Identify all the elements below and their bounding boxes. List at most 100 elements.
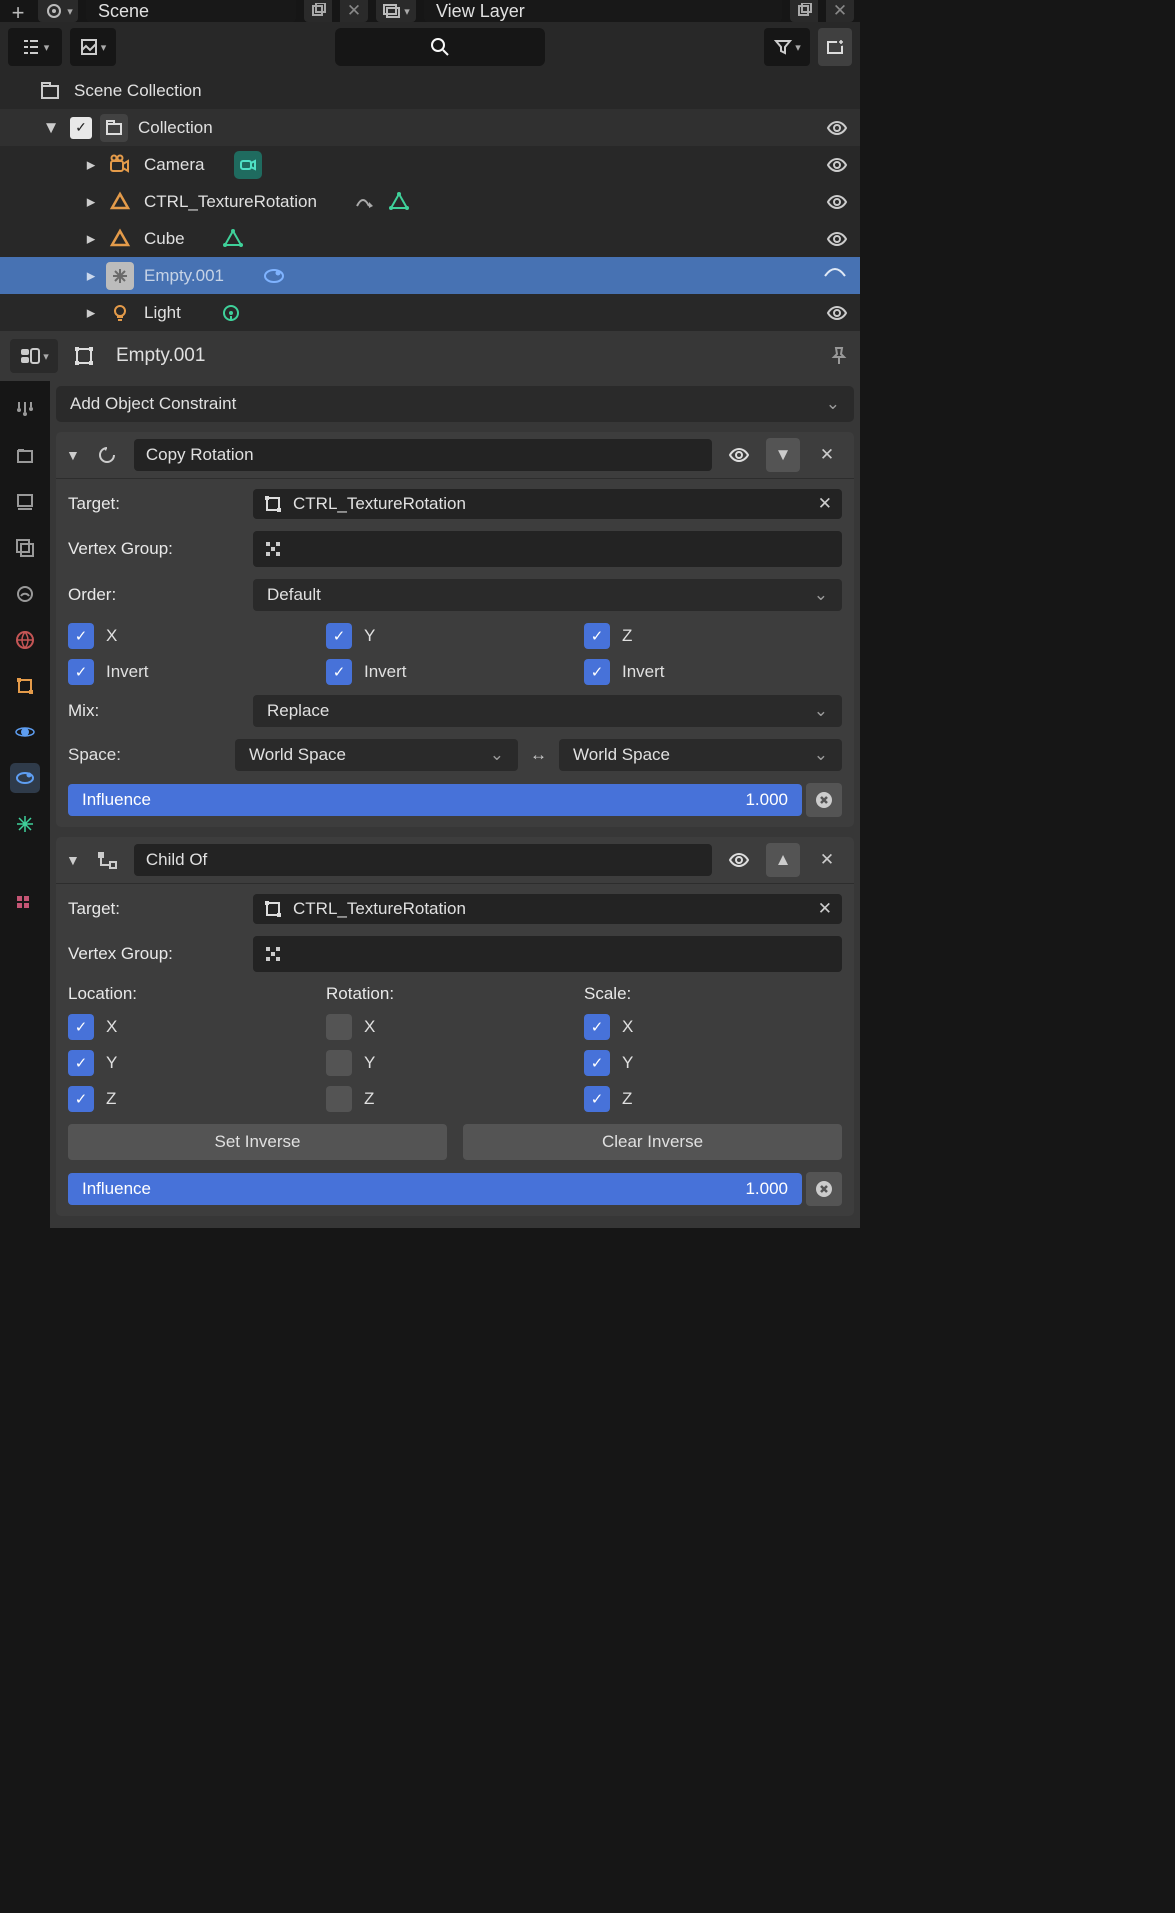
add-workspace-icon[interactable]: +	[6, 0, 30, 22]
mesh-data-icon	[385, 188, 413, 216]
add-constraint-dropdown[interactable]: Add Object Constraint ⌄	[56, 386, 854, 422]
influence-reset-button[interactable]	[806, 783, 842, 817]
axis-label: Y	[106, 1053, 117, 1073]
loc-y-checkbox[interactable]: ✓	[68, 1050, 94, 1076]
filter-button[interactable]: ▾	[764, 28, 810, 66]
panel-disclosure[interactable]: ▼	[66, 852, 80, 868]
disclosure-arrow[interactable]: ▸	[82, 229, 100, 249]
axis-z-checkbox[interactable]: ✓	[584, 623, 610, 649]
delete-constraint-button[interactable]: ✕	[810, 843, 844, 877]
visibility-toggle[interactable]	[826, 117, 848, 139]
visibility-toggle[interactable]	[826, 228, 848, 250]
rot-y-checkbox[interactable]	[326, 1050, 352, 1076]
tab-scene[interactable]	[10, 579, 40, 609]
delete-constraint-button[interactable]: ✕	[810, 438, 844, 472]
visibility-toggle[interactable]	[822, 265, 848, 287]
visibility-toggle[interactable]	[826, 154, 848, 176]
properties-tabs	[0, 381, 50, 1228]
panel-disclosure[interactable]: ▼	[66, 447, 80, 463]
influence-slider[interactable]: Influence 1.000	[68, 1173, 802, 1205]
scale-y-checkbox[interactable]: ✓	[584, 1050, 610, 1076]
invert-z-checkbox[interactable]: ✓	[584, 659, 610, 685]
influence-slider[interactable]: Influence 1.000	[68, 784, 802, 816]
layer-delete-button[interactable]: ✕	[826, 0, 854, 22]
axis-label: X	[106, 1017, 117, 1037]
tab-viewlayer[interactable]	[10, 533, 40, 563]
pin-button[interactable]	[828, 345, 850, 367]
axis-x-checkbox[interactable]: ✓	[68, 623, 94, 649]
scene-name-field[interactable]: Scene	[86, 0, 296, 22]
new-collection-button[interactable]	[818, 28, 852, 66]
disclosure-arrow[interactable]: ▸	[82, 303, 100, 323]
space-from-select[interactable]: World Space⌄	[235, 739, 518, 771]
scene-copy-button[interactable]	[304, 0, 332, 22]
invert-x-checkbox[interactable]: ✓	[68, 659, 94, 685]
constraint-child-of: ▼ Child Of ▲ ✕ Target: CTRL_TextureRotat…	[56, 837, 854, 1216]
collection-enable-checkbox[interactable]: ✓	[70, 117, 92, 139]
tab-constraints[interactable]	[10, 763, 40, 793]
extras-menu[interactable]: ▲	[766, 843, 800, 877]
target-field[interactable]: CTRL_TextureRotation ✕	[253, 894, 842, 924]
vertexgroup-field[interactable]	[253, 936, 842, 972]
outliner-search-input[interactable]	[335, 28, 545, 66]
tab-output[interactable]	[10, 487, 40, 517]
disclosure-arrow[interactable]: ▼	[42, 118, 60, 138]
target-field[interactable]: CTRL_TextureRotation ✕	[253, 489, 842, 519]
visibility-toggle[interactable]	[826, 191, 848, 213]
tab-render[interactable]	[10, 441, 40, 471]
tab-physics[interactable]	[10, 717, 40, 747]
layer-browse-button[interactable]: ▾	[376, 0, 416, 22]
set-inverse-button[interactable]: Set Inverse	[68, 1124, 447, 1160]
tab-texture[interactable]	[10, 889, 40, 919]
item-label: Cube	[144, 229, 185, 249]
outliner-row-cube[interactable]: ▸ Cube	[0, 220, 860, 257]
axis-y-checkbox[interactable]: ✓	[326, 623, 352, 649]
invert-y-checkbox[interactable]: ✓	[326, 659, 352, 685]
collection-icon	[100, 114, 128, 142]
outliner-row-camera[interactable]: ▸ Camera	[0, 146, 860, 183]
image-icon	[80, 38, 98, 56]
properties-editor-type[interactable]: ▾	[10, 339, 58, 373]
outliner-row-empty[interactable]: ▸ Empty.001	[0, 257, 860, 294]
disclosure-arrow[interactable]: ▸	[82, 266, 100, 286]
influence-reset-button[interactable]	[806, 1172, 842, 1206]
order-select[interactable]: Default⌄	[253, 579, 842, 611]
loc-z-checkbox[interactable]: ✓	[68, 1086, 94, 1112]
visibility-toggle[interactable]	[826, 302, 848, 324]
outliner-row-light[interactable]: ▸ Light	[0, 294, 860, 331]
viewlayer-name-field[interactable]: View Layer	[424, 0, 782, 22]
constraint-name-input[interactable]: Copy Rotation	[134, 439, 712, 471]
clear-target-button[interactable]: ✕	[818, 899, 832, 919]
mix-select[interactable]: Replace⌄	[253, 695, 842, 727]
clear-target-button[interactable]: ✕	[818, 494, 832, 514]
display-mode-button[interactable]: ▾	[70, 28, 116, 66]
disclosure-arrow[interactable]: ▸	[82, 192, 100, 212]
rot-x-checkbox[interactable]	[326, 1014, 352, 1040]
tab-data[interactable]	[10, 809, 40, 839]
outliner-row-ctrl[interactable]: ▸ CTRL_TextureRotation	[0, 183, 860, 220]
scale-x-checkbox[interactable]: ✓	[584, 1014, 610, 1040]
scale-z-checkbox[interactable]: ✓	[584, 1086, 610, 1112]
rot-z-checkbox[interactable]	[326, 1086, 352, 1112]
layer-copy-button[interactable]	[790, 0, 818, 22]
outliner-row-collection[interactable]: ▼ ✓ Collection	[0, 109, 860, 146]
target-value: CTRL_TextureRotation	[293, 899, 466, 919]
disclosure-arrow[interactable]: ▸	[82, 155, 100, 175]
loc-x-checkbox[interactable]: ✓	[68, 1014, 94, 1040]
vertexgroup-field[interactable]	[253, 531, 842, 567]
space-to-select[interactable]: World Space⌄	[559, 739, 842, 771]
outliner-row-scene-collection[interactable]: Scene Collection	[0, 72, 860, 109]
extras-menu[interactable]: ▼	[766, 438, 800, 472]
tab-world[interactable]	[10, 625, 40, 655]
editor-type-button[interactable]: ▾	[8, 28, 62, 66]
tab-object[interactable]	[10, 671, 40, 701]
clear-inverse-button[interactable]: Clear Inverse	[463, 1124, 842, 1160]
target-label: Target:	[68, 494, 253, 514]
mute-toggle[interactable]	[722, 843, 756, 877]
col-scale-label: Scale:	[584, 984, 842, 1004]
tab-tool[interactable]	[10, 395, 40, 425]
constraint-name-input[interactable]: Child Of	[134, 844, 712, 876]
scene-delete-button[interactable]: ✕	[340, 0, 368, 22]
mute-toggle[interactable]	[722, 438, 756, 472]
scene-browse-button[interactable]: ▾	[38, 0, 78, 22]
